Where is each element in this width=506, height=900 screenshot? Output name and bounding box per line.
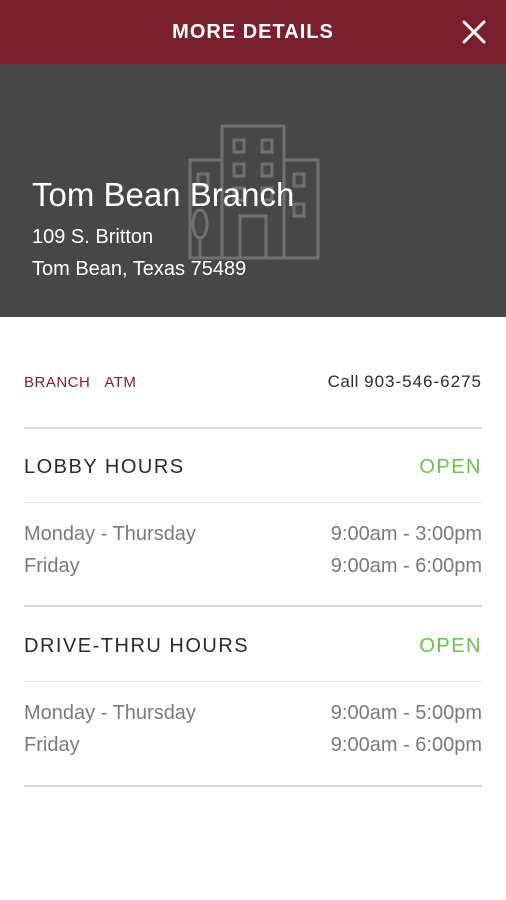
- lobby-hours-title: LOBBY HOURS: [24, 456, 185, 478]
- branch-address-line2: Tom Bean, Texas 75489: [32, 258, 247, 280]
- drive-thru-status-badge: OPEN: [419, 635, 482, 657]
- tag-atm: ATM: [104, 373, 137, 391]
- tags-contact-row: BRANCH ATM Call 903-546-6275: [24, 370, 482, 394]
- divider: [24, 502, 482, 503]
- hours-days: Monday - Thursday: [24, 523, 196, 545]
- drive-thru-hours-header: DRIVE-THRU HOURS OPEN: [24, 635, 482, 658]
- lobby-hours-row: Monday - Thursday 9:00am - 3:00pm: [24, 523, 482, 546]
- lobby-status-badge: OPEN: [419, 456, 482, 478]
- hours-times: 9:00am - 5:00pm: [330, 702, 482, 724]
- close-button[interactable]: [456, 14, 492, 50]
- hours-times: 9:00am - 6:00pm: [330, 555, 482, 577]
- hours-times: 9:00am - 3:00pm: [330, 523, 482, 545]
- divider: [24, 605, 482, 607]
- page-title: MORE DETAILS: [172, 20, 334, 43]
- hours-days: Friday: [24, 734, 80, 756]
- tag-branch: BRANCH: [24, 373, 91, 391]
- close-icon: [462, 20, 486, 44]
- branch-address-line1: 109 S. Britton: [32, 226, 154, 248]
- branch-hero: Tom Bean Branch 109 S. Britton Tom Bean,…: [0, 64, 506, 317]
- call-link[interactable]: Call 903-546-6275: [328, 372, 482, 392]
- branch-name: Tom Bean Branch: [32, 176, 295, 213]
- drive-thru-hours-row: Friday 9:00am - 6:00pm: [24, 734, 482, 757]
- lobby-hours-header: LOBBY HOURS OPEN: [24, 456, 482, 479]
- lobby-hours-row: Friday 9:00am - 6:00pm: [24, 555, 482, 578]
- divider: [24, 681, 482, 682]
- drive-thru-hours-row: Monday - Thursday 9:00am - 5:00pm: [24, 702, 482, 725]
- call-label: Call: [327, 372, 359, 391]
- service-tags: BRANCH ATM: [24, 374, 136, 391]
- top-bar: MORE DETAILS: [0, 0, 506, 64]
- drive-thru-hours-title: DRIVE-THRU HOURS: [24, 635, 250, 657]
- phone-number: 903-546-6275: [364, 372, 482, 391]
- divider: [24, 427, 482, 429]
- hours-days: Monday - Thursday: [24, 702, 196, 724]
- hours-days: Friday: [24, 555, 80, 577]
- hours-times: 9:00am - 6:00pm: [330, 734, 482, 756]
- divider: [24, 785, 482, 787]
